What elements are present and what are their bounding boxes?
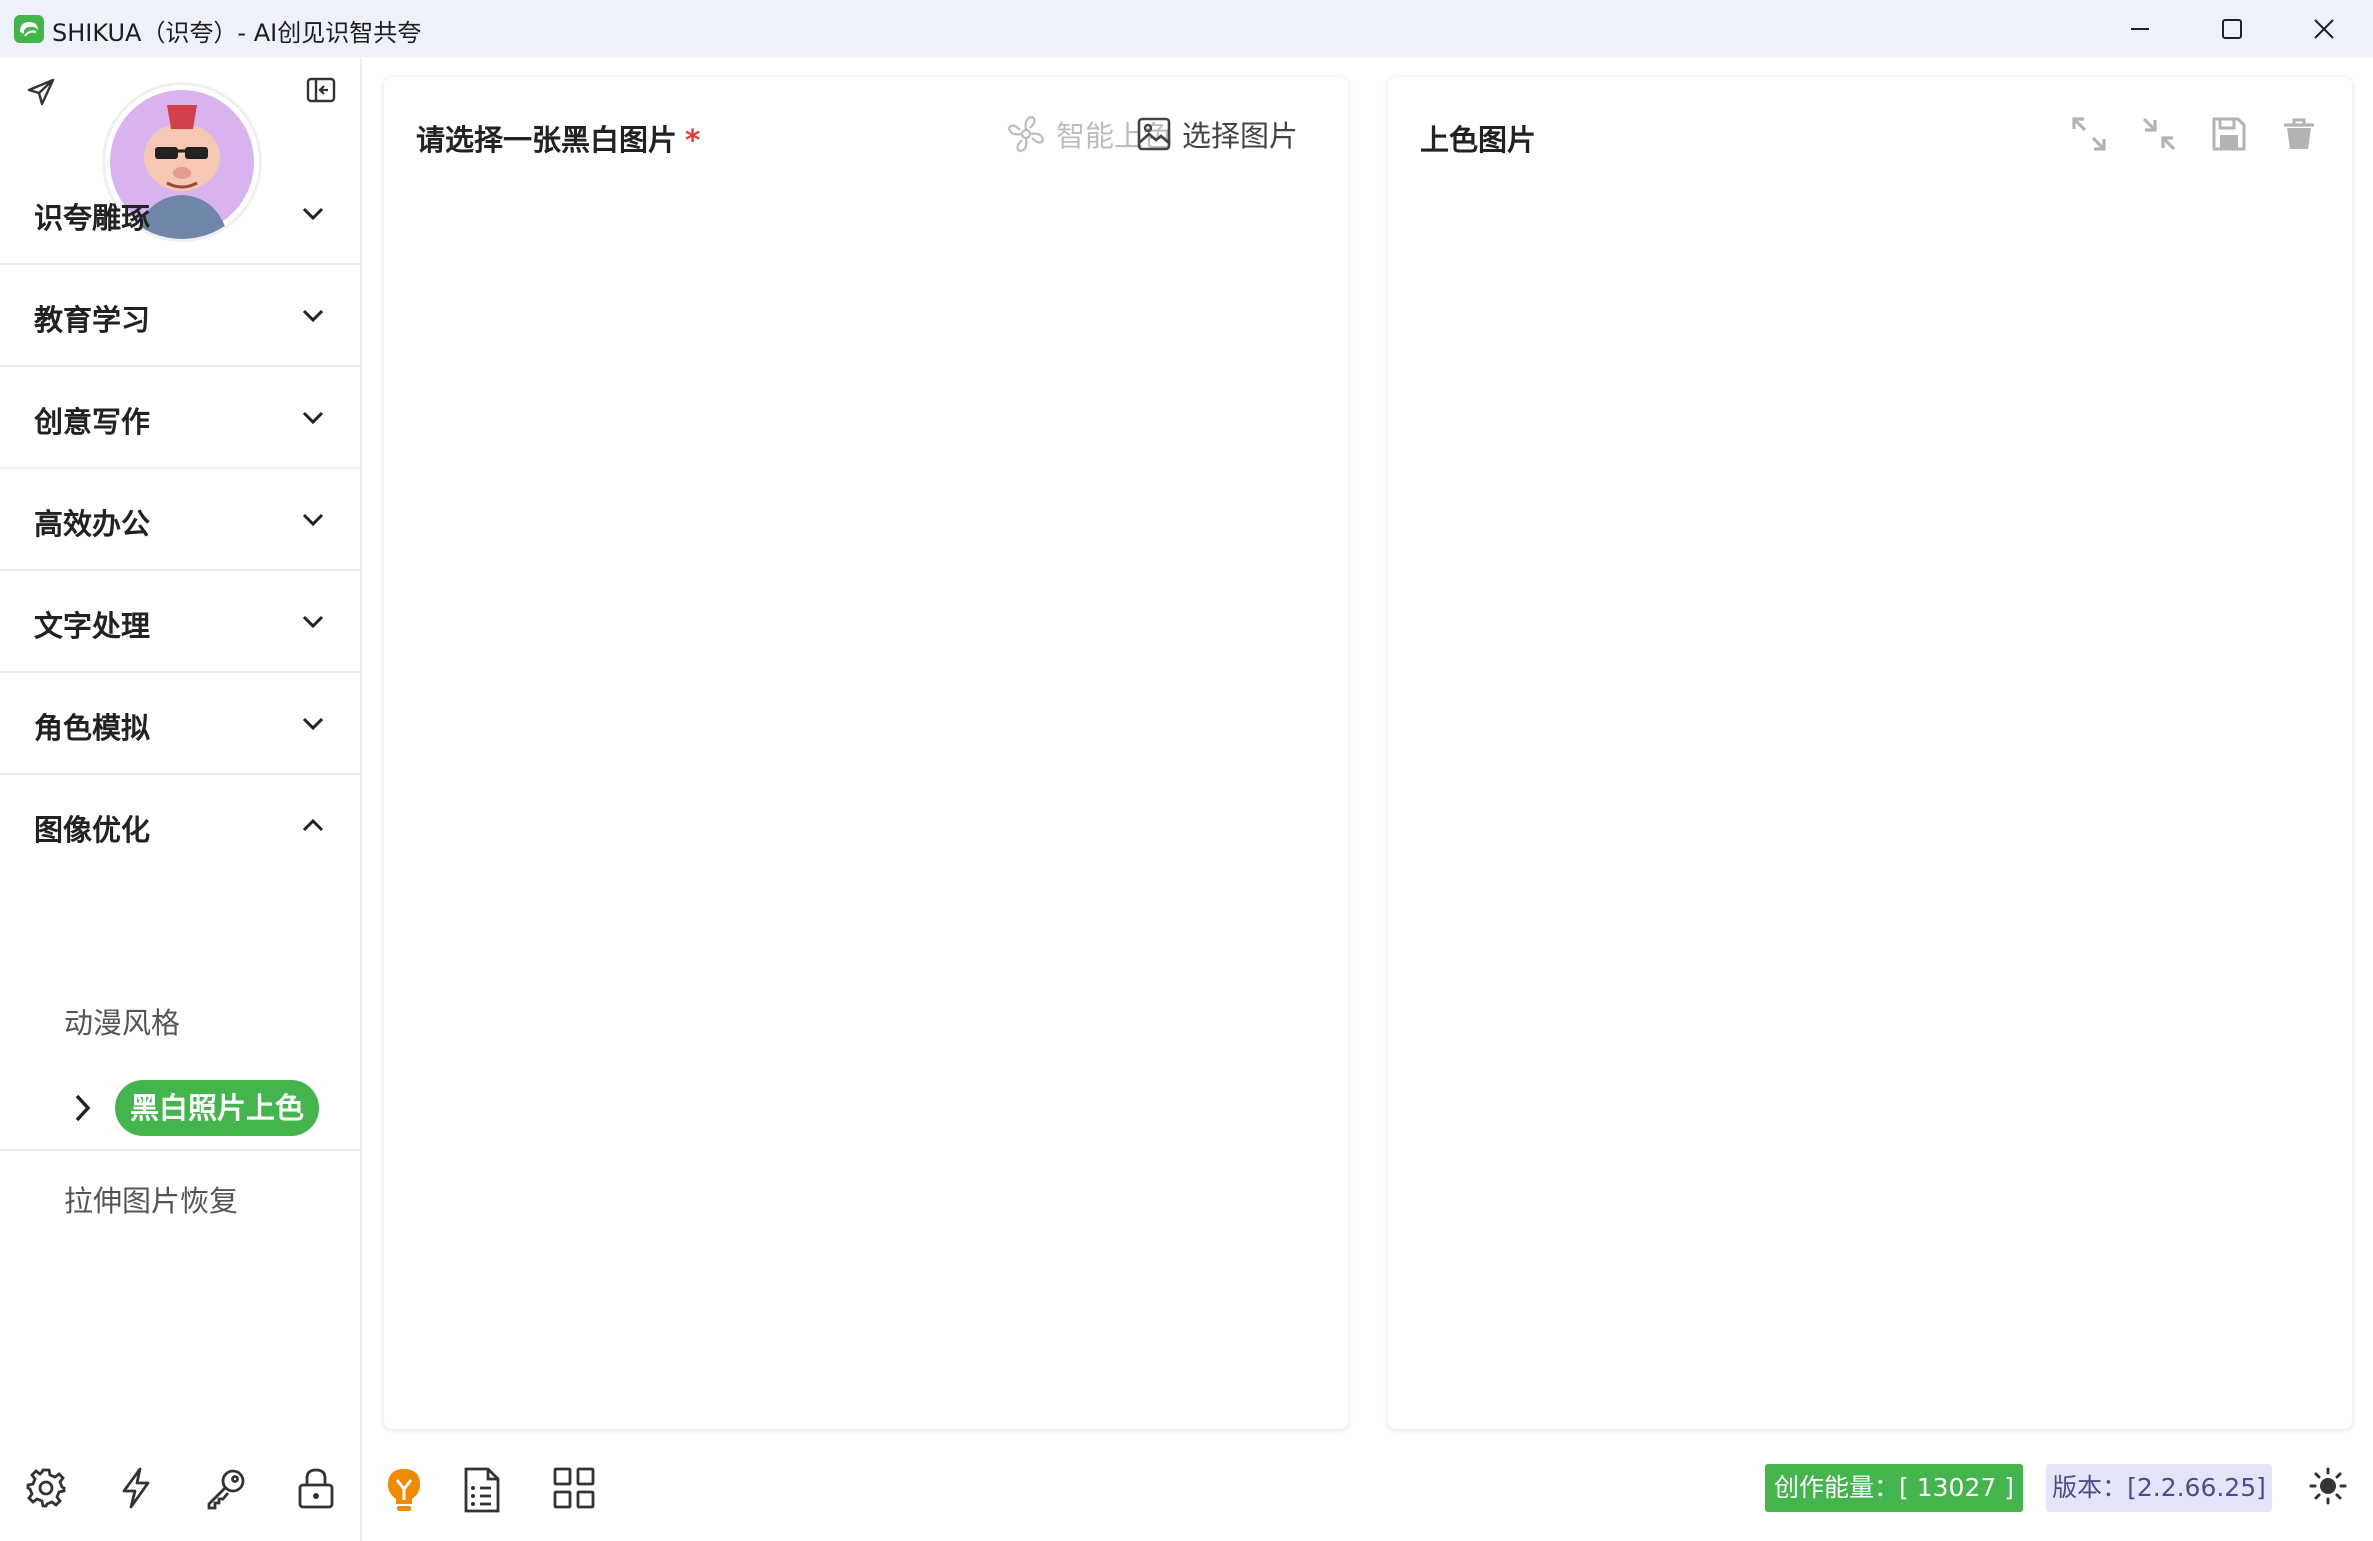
menu-group-label: 图像优化 (34, 813, 151, 847)
gear-icon[interactable] (24, 1466, 68, 1510)
source-panel-title: 请选择一张黑白图片 * (416, 123, 701, 157)
sub-item-restore[interactable]: 拉伸图片恢复 (64, 1178, 238, 1220)
menu-group-writing[interactable]: 创意写作 (0, 367, 360, 469)
document-list-icon[interactable] (460, 1466, 504, 1514)
bottom-bar: 创作能量：[ 13027 ] 版本：[2.2.66.25] (0, 1440, 2373, 1541)
source-image-panel: 请选择一张黑白图片 * 智能上色 选择图片 (384, 77, 1348, 1429)
flash-icon[interactable] (114, 1466, 158, 1510)
menu-group-label: 高效办公 (34, 507, 151, 541)
maximize-button[interactable] (2186, 0, 2278, 57)
save-icon[interactable] (2210, 115, 2248, 153)
menu-group-label: 教育学习 (34, 303, 151, 337)
grid-icon[interactable] (552, 1466, 596, 1510)
chevron-down-icon (302, 411, 324, 425)
menu-group-label: 识夸雕琢 (34, 201, 151, 235)
expand-icon[interactable] (2070, 115, 2108, 153)
required-mark: * (685, 123, 701, 157)
sun-icon[interactable] (2308, 1466, 2348, 1506)
sidebar: 识夸雕琢 教育学习 创意写作 高效办公 文字处理 角色模拟 图像优化 动漫风格 … (0, 57, 362, 1541)
send-icon[interactable] (26, 77, 56, 111)
collapse-sidebar-icon[interactable] (306, 77, 336, 107)
version-badge: 版本：[2.2.66.25] (2046, 1464, 2272, 1512)
menu-group-label: 文字处理 (34, 609, 151, 643)
window-title: SHIKUA（识夸）- AI创见识智共夸 (52, 19, 422, 47)
menu-group-education[interactable]: 教育学习 (0, 265, 360, 367)
lightbulb-icon[interactable] (382, 1466, 426, 1514)
trash-icon[interactable] (2280, 115, 2318, 153)
menu-group-text[interactable]: 文字处理 (0, 571, 360, 673)
chevron-right-icon (75, 1094, 91, 1122)
menu-group-label: 创意写作 (34, 405, 151, 439)
select-image-button[interactable]: 选择图片 (1136, 113, 1298, 155)
shrink-icon[interactable] (2140, 115, 2178, 153)
select-image-button-label: 选择图片 (1182, 119, 1299, 153)
energy-badge: 创作能量：[ 13027 ] (1765, 1464, 2023, 1512)
chevron-up-icon (302, 818, 324, 832)
sub-item-colorize[interactable]: 黑白照片上色 (115, 1080, 319, 1136)
chevron-down-icon (302, 717, 324, 731)
chevron-down-icon (302, 207, 324, 221)
lock-icon[interactable] (294, 1466, 338, 1510)
sub-item-anime[interactable]: 动漫风格 (64, 1000, 180, 1042)
menu-group-office[interactable]: 高效办公 (0, 469, 360, 571)
image-icon (1137, 117, 1171, 151)
menu-group-role[interactable]: 角色模拟 (0, 673, 360, 775)
aperture-icon (1007, 115, 1045, 153)
chevron-down-icon (302, 309, 324, 323)
result-panel-title: 上色图片 (1420, 123, 1537, 157)
chevron-down-icon (302, 513, 324, 527)
close-button[interactable] (2278, 0, 2370, 57)
app-logo-icon (14, 15, 44, 43)
chevron-down-icon (302, 615, 324, 629)
menu-group-shikua[interactable]: 识夸雕琢 (0, 163, 360, 265)
key-icon[interactable] (204, 1466, 248, 1510)
result-image-panel: 上色图片 (1388, 77, 2352, 1429)
title-bar: SHIKUA（识夸）- AI创见识智共夸 (0, 0, 2373, 57)
minimize-button[interactable] (2094, 0, 2186, 57)
menu-group-label: 角色模拟 (34, 711, 151, 745)
